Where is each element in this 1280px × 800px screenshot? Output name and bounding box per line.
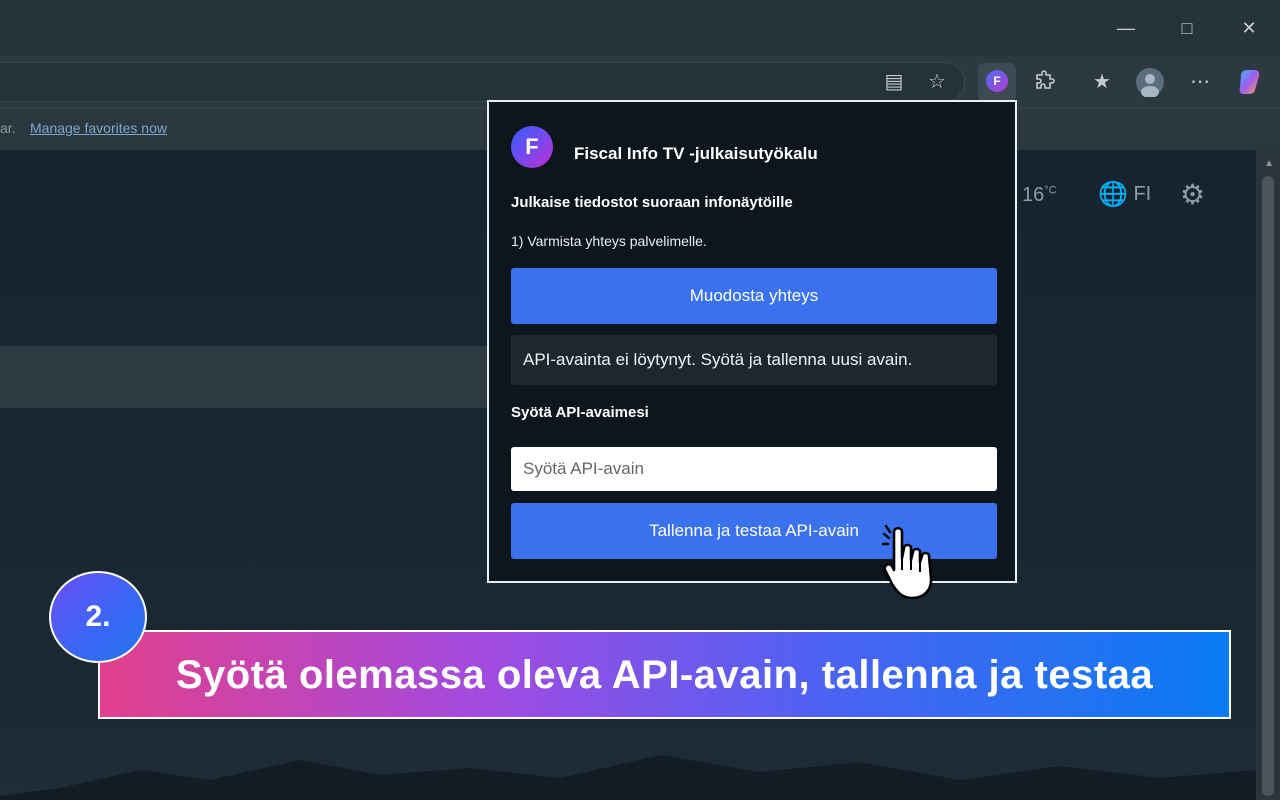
banner-text: Syötä olemassa oleva API-avain, tallenna… — [175, 653, 1154, 697]
popup-title: Fiscal Info TV -julkaisutyökalu — [574, 144, 818, 163]
maximize-icon[interactable]: □ — [1172, 14, 1202, 42]
copilot-icon[interactable] — [1234, 66, 1266, 98]
status-message: API-avainta ei löytynyt. Syötä ja tallen… — [511, 335, 997, 385]
popup-subtitle: Julkaise tiedostot suoraan infonäytöille — [511, 194, 793, 211]
extension-popup: F Fiscal Info TV -julkaisutyökalu Julkai… — [487, 100, 1017, 583]
hand-pointer-icon — [882, 524, 933, 600]
language-selector[interactable]: 🌐 FI — [1098, 180, 1151, 209]
connect-button[interactable]: Muodosta yhteys — [511, 268, 997, 324]
weather-widget[interactable]: 16°C — [1022, 184, 1057, 207]
extension-fiscal-icon[interactable]: F — [978, 63, 1016, 101]
reading-view-icon[interactable]: ▤ — [878, 66, 910, 98]
scrollbar-thumb[interactable] — [1262, 176, 1274, 796]
close-icon[interactable]: ✕ — [1234, 14, 1264, 42]
address-bar[interactable] — [0, 62, 965, 102]
browser-titlebar — [0, 0, 1280, 56]
instruction-banner: Syötä olemassa oleva API-avain, tallenna… — [98, 630, 1231, 719]
favorites-bar-text: ar. — [0, 120, 16, 136]
globe-icon: 🌐 — [1098, 181, 1128, 208]
api-key-input[interactable] — [511, 447, 997, 491]
gear-icon[interactable]: ⚙ — [1180, 178, 1205, 211]
scroll-up-icon[interactable]: ▲ — [1264, 158, 1274, 169]
manage-favorites-link[interactable]: Manage favorites now — [30, 120, 167, 136]
favorites-list-icon[interactable]: ★ — [1086, 66, 1118, 98]
puzzle-extensions-icon[interactable] — [1029, 66, 1061, 98]
api-key-label: Syötä API-avaimesi — [511, 404, 649, 421]
favorite-star-icon[interactable]: ☆ — [921, 66, 953, 98]
profile-avatar-icon[interactable] — [1134, 66, 1166, 98]
search-band — [0, 346, 487, 408]
minimize-icon[interactable]: — — [1111, 14, 1141, 42]
step-badge: 2. — [49, 571, 147, 663]
more-menu-icon[interactable]: ⋯ — [1184, 66, 1216, 98]
step-instruction: 1) Varmista yhteys palvelimelle. — [511, 233, 707, 249]
fiscal-logo-icon: F — [511, 126, 553, 168]
